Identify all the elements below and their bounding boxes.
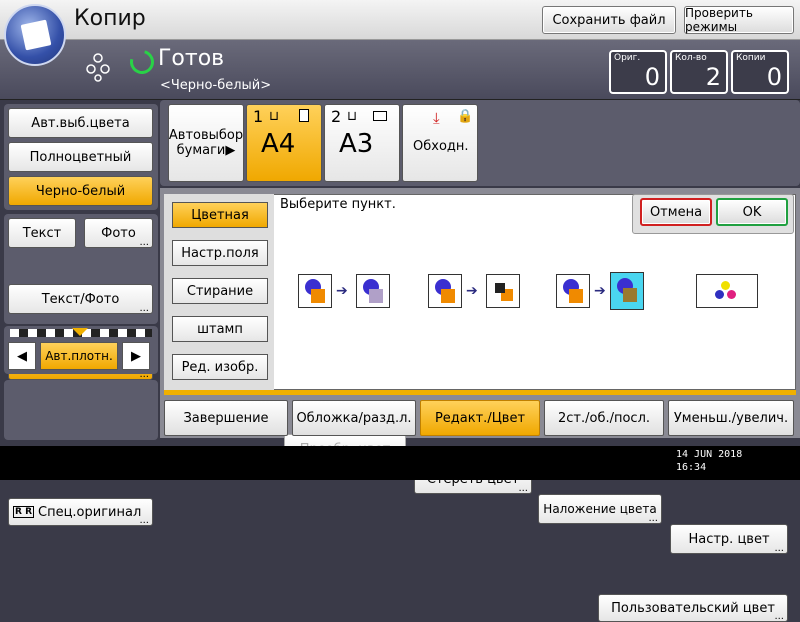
tray-1-button[interactable]: 1 ⊔ A4 bbox=[246, 104, 322, 182]
arrow-right-icon: ➔ bbox=[336, 283, 348, 299]
adjust-color-button[interactable]: Настр. цвет bbox=[670, 524, 788, 554]
tab-margins[interactable]: Настр.поля bbox=[172, 240, 268, 266]
job-dots-icon bbox=[86, 53, 110, 82]
auto-color-button[interactable]: Авт.выб.цвета bbox=[8, 108, 153, 138]
tray-icon: ⊔ bbox=[347, 109, 358, 124]
copies-counter: Копии 0 bbox=[731, 50, 789, 94]
cancel-button[interactable]: Отмена bbox=[640, 198, 712, 226]
tab-color[interactable]: Цветная bbox=[172, 202, 268, 228]
text-photo-button[interactable]: Текст/Фото bbox=[8, 284, 153, 314]
tab-reduce-enlarge[interactable]: Уменьш./увелич. bbox=[668, 400, 794, 436]
overlay-color-button[interactable]: Наложение цвета bbox=[538, 494, 662, 524]
arrow-right-icon: ➔ bbox=[466, 283, 478, 299]
special-original-button[interactable]: R R Спец.оригинал bbox=[8, 498, 153, 526]
select-item-prompt: Выберите пункт. bbox=[280, 197, 396, 212]
user-color-button[interactable]: Пользовательский цвет bbox=[598, 594, 788, 622]
auto-paper-button[interactable]: Автовыбор бумаги▶ bbox=[168, 104, 244, 182]
landscape-paper-icon bbox=[373, 111, 387, 121]
arrow-right-icon: ➔ bbox=[594, 283, 606, 299]
density-marker-icon bbox=[72, 328, 88, 336]
check-modes-button[interactable]: Проверить режимы bbox=[684, 6, 794, 34]
arrow-right-icon: ▶ bbox=[131, 348, 141, 364]
tray-2-button[interactable]: 2 ⊔ A3 bbox=[324, 104, 400, 182]
ok-button[interactable]: OK bbox=[716, 198, 788, 226]
auto-density-button[interactable]: Авт.плотн. bbox=[40, 342, 118, 370]
overlay-color-icon bbox=[556, 274, 590, 308]
bypass-button[interactable]: ⤓ 🔒 Обходн. bbox=[402, 104, 478, 182]
date-time: 14 JUN 2018 16:34 bbox=[676, 449, 743, 473]
erased-color-icon bbox=[486, 274, 520, 308]
convert-color-icon bbox=[298, 274, 332, 308]
erase-color-icon bbox=[428, 274, 462, 308]
arrow-left-icon: ◀ bbox=[17, 348, 27, 364]
adjust-color-icon bbox=[696, 274, 758, 308]
converted-color-icon bbox=[356, 274, 390, 308]
active-tab-line bbox=[164, 390, 796, 395]
tab-edit-color[interactable]: Редакт./Цвет bbox=[420, 400, 540, 436]
tab-stamp[interactable]: штамп bbox=[172, 316, 268, 342]
overlaid-color-icon bbox=[610, 272, 644, 310]
portrait-paper-icon bbox=[299, 109, 309, 122]
tab-image-edit[interactable]: Ред. изобр. bbox=[172, 354, 268, 380]
app-title: Копир bbox=[74, 6, 146, 31]
tab-cover-slip[interactable]: Обложка/разд.л. bbox=[292, 400, 416, 436]
lock-icon: 🔒 bbox=[457, 109, 474, 124]
quantity-counter[interactable]: Кол-во 2 bbox=[670, 50, 728, 94]
full-color-button[interactable]: Полноцветный bbox=[8, 142, 153, 172]
tray-icon: ⊔ bbox=[269, 109, 280, 124]
black-white-button[interactable]: Черно-белый bbox=[8, 176, 153, 206]
tab-erase[interactable]: Стирание bbox=[172, 278, 268, 304]
tab-finishing[interactable]: Завершение bbox=[164, 400, 288, 436]
save-file-button[interactable]: Сохранить файл bbox=[542, 6, 676, 34]
originals-counter: Ориг. 0 bbox=[609, 50, 667, 94]
density-decrease-button[interactable]: ◀ bbox=[8, 342, 36, 370]
text-button[interactable]: Текст bbox=[8, 218, 76, 248]
status-text: Готов bbox=[158, 46, 225, 71]
density-increase-button[interactable]: ▶ bbox=[122, 342, 150, 370]
photo-button[interactable]: Фото bbox=[84, 218, 153, 248]
bypass-tray-icon: ⤓ bbox=[433, 109, 440, 127]
special-original-panel bbox=[4, 380, 158, 440]
special-original-icon: R R bbox=[13, 506, 34, 518]
tab-duplex[interactable]: 2ст./об./посл. bbox=[544, 400, 664, 436]
color-mode-text: <Черно-белый> bbox=[160, 78, 272, 93]
copier-app-icon bbox=[4, 4, 66, 66]
